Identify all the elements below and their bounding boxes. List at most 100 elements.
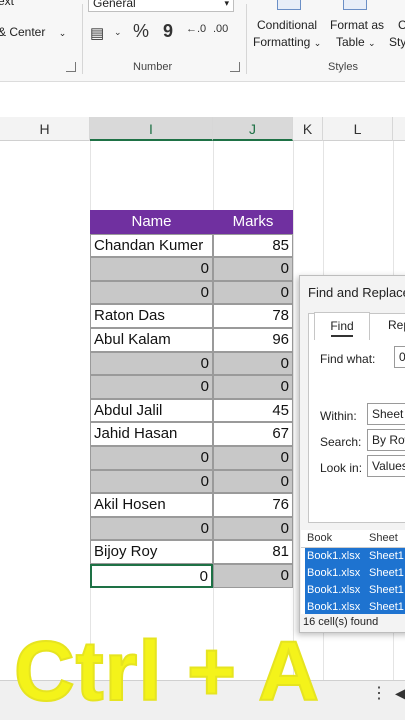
results-list[interactable]: Book1.xlsx Sheet1 Book1.xlsx Sheet1 Book1.xl…: [301, 548, 405, 614]
chevron-down-icon: ▾: [224, 0, 229, 8]
name-cell[interactable]: 0: [90, 375, 213, 399]
ribbon: ext & Center ⌄ General ▾ ▤ ⌄ % 9 ←.0 .00…: [0, 0, 405, 82]
result-book: Book1.xlsx: [307, 601, 361, 613]
comma-style-button[interactable]: 9: [163, 21, 173, 42]
accounting-format-icon[interactable]: ▤: [90, 24, 104, 42]
table-row: Chandan Kumer 85: [90, 233, 293, 258]
name-cell[interactable]: Abdul Jalil: [90, 398, 213, 423]
results-header: Book Sheet: [301, 530, 405, 548]
table-row: Bijoy Roy 81: [90, 540, 293, 564]
name-cell[interactable]: Jahid Hasan: [90, 422, 213, 446]
column-header-j[interactable]: J: [213, 117, 293, 141]
column-header-l[interactable]: L: [323, 117, 393, 141]
table-row: Jahid Hasan 67: [90, 422, 293, 446]
name-cell[interactable]: Raton Das: [90, 304, 213, 328]
marks-cell[interactable]: 45: [213, 398, 293, 423]
table-row: Abdul Jalil 45: [90, 398, 293, 423]
result-sheet: Sheet1: [369, 567, 404, 579]
chevron-down-icon: ⌄: [58, 28, 67, 38]
within-select[interactable]: Sheet: [367, 403, 405, 425]
dialog-title: Find and Replace: [308, 285, 405, 300]
table-row: 00: [90, 257, 293, 281]
table-body: Chandan Kumer 85 0 0 0 0 Raton Das 78 Abul Kalam…: [90, 233, 293, 588]
ribbon-separator: [246, 4, 247, 74]
marks-cell[interactable]: 78: [213, 304, 293, 328]
result-row[interactable]: Book1.xlsx Sheet1: [305, 582, 405, 599]
table-row: 00: [90, 280, 293, 305]
name-cell[interactable]: Chandan Kumer: [90, 233, 213, 258]
header-name-cell[interactable]: Name: [90, 210, 213, 234]
number-dialog-launcher-icon[interactable]: [230, 62, 240, 72]
table-row: Raton Das 78: [90, 304, 293, 328]
results-header-sheet[interactable]: Sheet: [369, 532, 398, 544]
marks-cell[interactable]: 0: [213, 445, 293, 470]
results-header-book[interactable]: Book: [307, 532, 332, 544]
result-sheet: Sheet1: [369, 584, 404, 596]
conditional-formatting-line1[interactable]: Conditional: [257, 18, 317, 32]
wrap-text-button-label[interactable]: ext: [0, 0, 14, 8]
marks-cell[interactable]: 96: [213, 327, 293, 352]
column-header-k[interactable]: K: [293, 117, 323, 141]
name-cell[interactable]: 0: [90, 445, 213, 470]
column-header-h[interactable]: H: [0, 117, 90, 141]
data-table: Name Marks Chandan Kumer 85 0 0 0 0 Raton Das 7…: [90, 210, 293, 588]
name-cell[interactable]: Bijoy Roy: [90, 540, 213, 564]
marks-cell[interactable]: 85: [213, 233, 293, 258]
result-sheet: Sheet1: [369, 550, 404, 562]
chevron-down-icon[interactable]: ⌄: [114, 27, 122, 38]
format-as-table-line2: Table: [336, 35, 365, 49]
format-as-table-line1[interactable]: Format as: [330, 18, 384, 32]
conditional-formatting-button[interactable]: Formatting ⌄: [253, 35, 321, 49]
table-row: 00: [90, 469, 293, 494]
marks-cell[interactable]: 67: [213, 422, 293, 446]
name-cell[interactable]: 0: [90, 516, 213, 541]
name-cell[interactable]: Akil Hosen: [90, 493, 213, 517]
marks-cell[interactable]: 0: [213, 351, 293, 376]
marks-cell[interactable]: 0: [213, 257, 293, 281]
conditional-formatting-icon: [277, 0, 301, 10]
shortcut-overlay-text: Ctrl + A: [13, 624, 320, 718]
name-cell[interactable]: 0: [90, 280, 213, 305]
tab-find[interactable]: Find: [314, 312, 370, 340]
merge-center-button[interactable]: & Center ⌄: [0, 25, 66, 39]
find-what-label: Find what:: [320, 352, 376, 366]
cell-styles-line2[interactable]: Sty: [389, 35, 405, 49]
look-in-select[interactable]: Values: [367, 455, 405, 477]
cell-styles-line1[interactable]: C: [398, 18, 405, 32]
name-cell[interactable]: 0: [90, 257, 213, 281]
find-what-input[interactable]: 0: [394, 346, 405, 368]
marks-cell[interactable]: 0: [213, 469, 293, 494]
search-label: Search:: [320, 435, 362, 449]
search-select[interactable]: By Row: [367, 429, 405, 451]
marks-cell[interactable]: 0: [213, 375, 293, 399]
decrease-decimal-icon[interactable]: .00: [213, 23, 228, 35]
number-group-label: Number: [133, 61, 173, 73]
marks-cell[interactable]: 0: [213, 516, 293, 541]
marks-cell[interactable]: 76: [213, 493, 293, 517]
increase-decimal-icon[interactable]: ←.0: [186, 23, 206, 35]
number-format-select[interactable]: General ▾: [88, 0, 234, 12]
column-header-i[interactable]: I: [90, 117, 213, 141]
marks-cell[interactable]: 0: [213, 280, 293, 305]
chevron-down-icon: ⌄: [313, 38, 322, 48]
format-as-table-button[interactable]: Table ⌄: [336, 35, 376, 49]
alignment-dialog-launcher-icon[interactable]: [66, 62, 76, 72]
result-book: Book1.xlsx: [307, 584, 361, 596]
scroll-left-icon[interactable]: ◀: [395, 685, 405, 702]
result-row[interactable]: Book1.xlsx Sheet1: [305, 599, 405, 614]
table-row: 00: [90, 445, 293, 470]
result-row[interactable]: Book1.xlsx Sheet1: [305, 548, 405, 565]
name-cell[interactable]: 0: [90, 563, 213, 588]
result-row[interactable]: Book1.xlsx Sheet1: [305, 565, 405, 582]
chevron-down-icon: ⌄: [368, 38, 376, 48]
percent-style-button[interactable]: %: [133, 21, 149, 42]
tab-replace[interactable]: Rep: [388, 312, 405, 340]
name-cell[interactable]: 0: [90, 351, 213, 376]
name-cell[interactable]: 0: [90, 469, 213, 494]
name-cell[interactable]: Abul Kalam: [90, 327, 213, 352]
header-marks-cell[interactable]: Marks: [213, 210, 293, 234]
marks-cell[interactable]: 81: [213, 540, 293, 564]
grid-line: [293, 141, 294, 681]
table-row: Abul Kalam 96: [90, 327, 293, 352]
marks-cell[interactable]: 0: [213, 563, 293, 588]
